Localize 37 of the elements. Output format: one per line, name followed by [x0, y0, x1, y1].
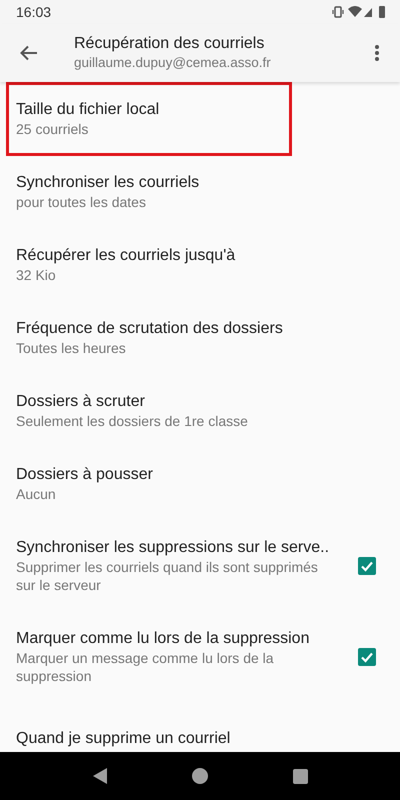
screen-title: Récupération des courriels: [74, 34, 266, 54]
setting-title: Dossiers à pousser: [16, 465, 154, 485]
back-nav-icon[interactable]: [92, 768, 106, 784]
checkbox[interactable]: [358, 648, 376, 666]
status-time: 16:03: [16, 4, 52, 20]
checkbox[interactable]: [358, 557, 376, 575]
more-options-icon[interactable]: [375, 45, 379, 61]
setting-title: Fréquence de scrutation des dossiers: [16, 319, 284, 339]
setting-summary: Marquer un message comme lu lors de la suppression: [16, 649, 275, 685]
setting-title: Taille du fichier local: [16, 100, 160, 120]
setting-summary: 32 Kio: [16, 266, 57, 284]
recents-nav-icon[interactable]: [292, 768, 308, 784]
setting-item[interactable]: Récupérer les courriels jusqu'à 32 Kio: [0, 228, 400, 301]
status-icons: [332, 4, 388, 20]
setting-summary: 25 courriels: [16, 120, 90, 138]
setting-item[interactable]: Synchroniser les courriels pour toutes les dates: [0, 155, 400, 228]
account-email: guillaume.dupuy@cemea.asso.fr: [74, 54, 272, 72]
setting-summary: Supprimer les courriels quand ils sont supprimés sur le serveur: [16, 558, 319, 594]
setting-item[interactable]: Fréquence de scrutation des dossiers Toutes les heures: [0, 301, 400, 374]
home-nav-icon[interactable]: [192, 768, 208, 784]
back-arrow-icon[interactable]: [20, 45, 38, 61]
setting-item[interactable]: Synchroniser les suppressions sur le serve.. Supprimer les courriels quand ils sont supprimés sur le serveur: [0, 520, 400, 611]
setting-item[interactable]: Taille du fichier local 25 courriels: [0, 82, 400, 155]
setting-summary: Aucun: [16, 485, 57, 503]
setting-title: Synchroniser les courriels: [16, 173, 200, 193]
setting-title: Synchroniser les suppressions sur le serve..: [16, 538, 330, 558]
setting-item[interactable]: Marquer comme lu lors de la suppression Marquer un message comme lu lors de la suppression: [0, 611, 400, 702]
setting-item[interactable]: Quand je supprime un courriel: [0, 702, 400, 752]
setting-item[interactable]: Dossiers à scruter Seulement les dossiers de 1re classe: [0, 374, 400, 447]
setting-summary: Seulement les dossiers de 1re classe: [16, 412, 249, 430]
setting-title: Quand je supprime un courriel: [16, 729, 232, 749]
setting-item[interactable]: Dossiers à pousser Aucun: [0, 447, 400, 520]
setting-summary: Toutes les heures: [16, 339, 127, 357]
setting-title: Récupérer les courriels jusqu'à: [16, 246, 236, 266]
setting-title: Marquer comme lu lors de la suppression: [16, 629, 310, 649]
setting-title: Dossiers à scruter: [16, 392, 146, 412]
setting-summary: pour toutes les dates: [16, 193, 147, 211]
